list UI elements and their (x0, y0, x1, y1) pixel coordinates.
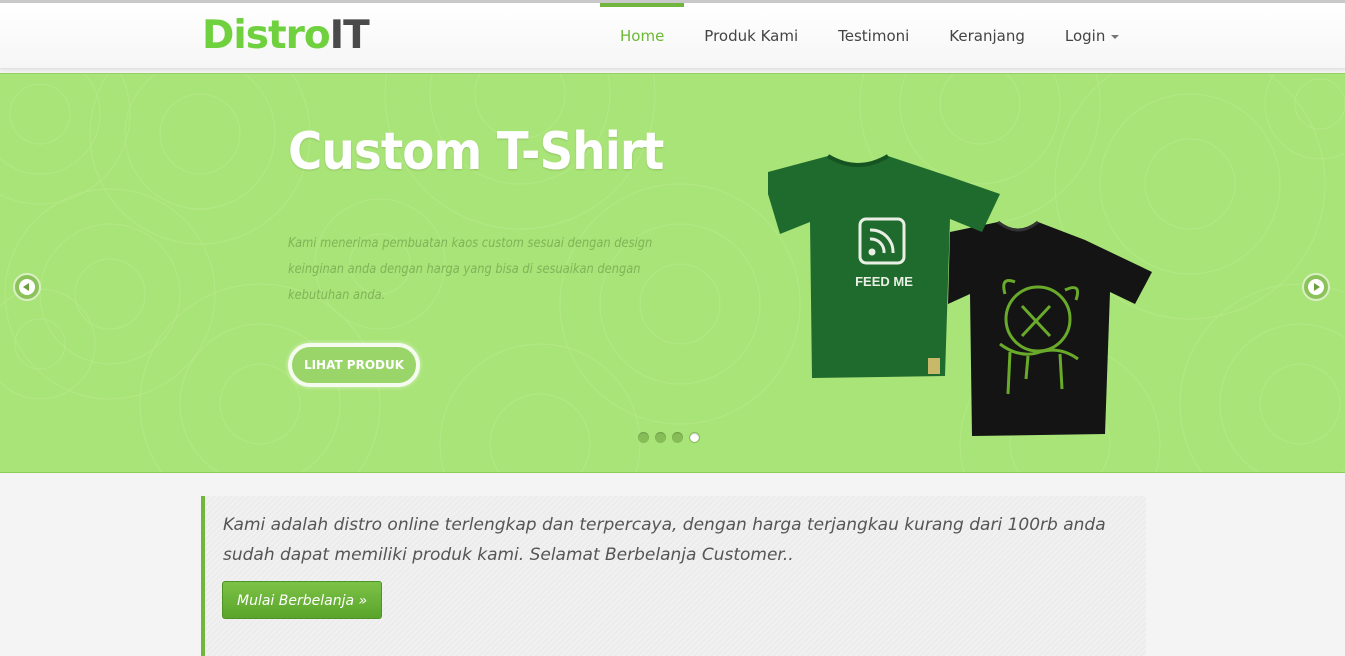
slide-description: Kami menerima pembuatan kaos custom sesu… (288, 236, 653, 303)
brand-part-1: Distro (202, 13, 331, 58)
slide-dot-2[interactable] (655, 432, 666, 443)
nav-item-produk-kami[interactable]: Produk Kami (684, 3, 818, 68)
nav-item-login[interactable]: Login (1045, 3, 1139, 68)
slide-dot-3[interactable] (672, 432, 683, 443)
slide-dot-4[interactable] (689, 432, 700, 443)
slide-dot-1[interactable] (638, 432, 649, 443)
hero-slider: Custom T-Shirt Kami menerima pembuatan k… (0, 73, 1345, 473)
black-tshirt (948, 222, 1152, 436)
navbar: DistroIT Home Produk Kami Testimoni Kera… (0, 3, 1345, 69)
prev-arrow-button[interactable] (13, 273, 41, 301)
nav-item-home[interactable]: Home (600, 3, 685, 68)
nav-item-testimoni[interactable]: Testimoni (818, 3, 929, 68)
nav-item-keranjang[interactable]: Keranjang (929, 3, 1045, 68)
arrow-right-icon (1308, 279, 1324, 295)
slide-title: Custom T-Shirt (288, 122, 664, 182)
next-arrow-button[interactable] (1302, 273, 1330, 301)
lihat-produk-button[interactable]: LIHAT PRODUK (288, 343, 420, 387)
shirt-text: FEED ME (855, 274, 913, 289)
welcome-box: Kami adalah distro online terlengkap dan… (201, 496, 1146, 656)
main-nav: Home Produk Kami Testimoni Keranjang Log… (600, 3, 1139, 68)
caret-down-icon (1111, 34, 1120, 39)
nav-item-login-label: Login (1064, 27, 1106, 45)
brand-part-2: IT (329, 13, 370, 58)
tshirts-image: FEED ME (768, 154, 1152, 436)
mulai-berbelanja-button[interactable]: Mulai Berbelanja » (222, 581, 383, 619)
brand-logo[interactable]: DistroIT (202, 12, 370, 60)
welcome-text: Kami adalah distro online terlengkap dan… (223, 515, 1106, 565)
slider-indicators (638, 432, 700, 443)
arrow-left-icon (19, 279, 35, 295)
